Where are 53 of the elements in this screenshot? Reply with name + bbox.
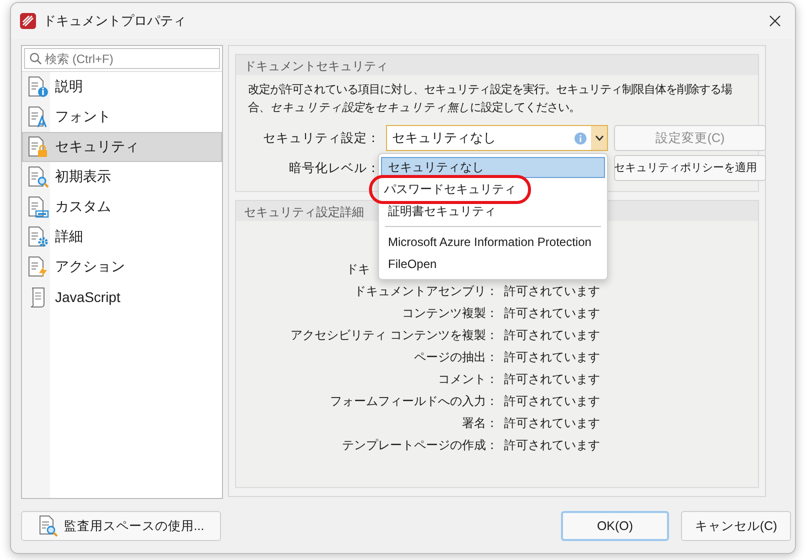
menu-option[interactable]: FileOpen <box>381 253 605 274</box>
search-field[interactable]: 検索 (Ctrl+F) <box>24 48 220 69</box>
document-magnifier-icon <box>27 165 49 189</box>
sidebar-item[interactable]: 説明 <box>22 72 222 102</box>
apply-policy-button[interactable]: セキュリティポリシーを適用 <box>614 155 766 181</box>
menu-option[interactable]: セキュリティなし <box>381 157 605 178</box>
permission-label: 署名： <box>461 415 498 432</box>
permission-label: アクセシビリティ コンテンツを複製： <box>290 327 498 344</box>
sidebar-item[interactable]: JavaScript <box>22 282 222 312</box>
sidebar-item[interactable]: 初期表示 <box>22 162 222 192</box>
search-icon <box>29 52 42 65</box>
document-lightning-icon <box>27 255 49 279</box>
field-label: セキュリティ設定： <box>262 130 380 146</box>
menu-option[interactable]: 証明書セキュリティ <box>381 201 605 222</box>
group-title: ドキュメントセキュリティ <box>236 55 758 75</box>
sidebar-item[interactable]: 詳細 <box>22 222 222 252</box>
menu-option[interactable]: Microsoft Azure Information Protection <box>381 231 605 252</box>
sidebar-item[interactable]: カスタム <box>22 192 222 222</box>
permission-value: 許可されています <box>504 393 601 410</box>
info-icon <box>574 132 587 144</box>
permission-label: ドキュメントアセンブリ： <box>353 283 498 300</box>
app-icon <box>19 12 37 30</box>
audit-space-button[interactable]: 監査用スペースの使用... <box>21 511 221 541</box>
permission-label: ページの抽出： <box>413 349 498 366</box>
field-label: 暗号化レベル： <box>288 160 380 176</box>
document-lock-icon <box>27 135 49 159</box>
sidebar-item[interactable]: アクション <box>22 252 222 282</box>
permission-value: 許可されています <box>504 283 601 300</box>
permission-value: 許可されています <box>504 327 601 344</box>
cancel-button[interactable]: キャンセル(C) <box>681 511 791 541</box>
sidebar-item[interactable]: フォント <box>22 102 222 132</box>
security-dropdown[interactable]: セキュリティなし <box>386 125 608 151</box>
permission-label: コメント： <box>437 371 498 388</box>
permission-label: テンプレートページの作成： <box>341 437 498 454</box>
document-form-icon <box>27 195 49 219</box>
permission-value: 許可されています <box>504 371 601 388</box>
sidebar-item[interactable]: セキュリティ <box>22 132 222 162</box>
description-text: 改定が許可されている項目に対し、セキュリティ設定を実行。セキュリティ制限自体を削除する場合、セキュリティ設定をセキュリティ無し に設定してください。 <box>247 82 733 116</box>
permission-value: 許可されています <box>504 349 601 366</box>
ok-button[interactable]: OK(O) <box>561 511 669 541</box>
permission-value: 許可されています <box>504 437 601 454</box>
close-icon[interactable] <box>769 15 781 27</box>
permission-value: 許可されています <box>504 305 601 322</box>
document-info-icon <box>27 75 49 99</box>
permission-label: ドキ <box>346 261 370 278</box>
document-magnifier-icon <box>38 515 58 537</box>
permission-label: コンテンツ複製： <box>401 305 498 322</box>
window-title: ドキュメントプロパティ <box>43 12 187 30</box>
document-gear-icon <box>27 225 49 249</box>
document-font-icon <box>27 105 49 129</box>
caret-icon <box>594 135 604 141</box>
permission-value: 許可されています <box>504 415 601 432</box>
permission-label: フォームフィールドへの入力： <box>329 393 498 410</box>
